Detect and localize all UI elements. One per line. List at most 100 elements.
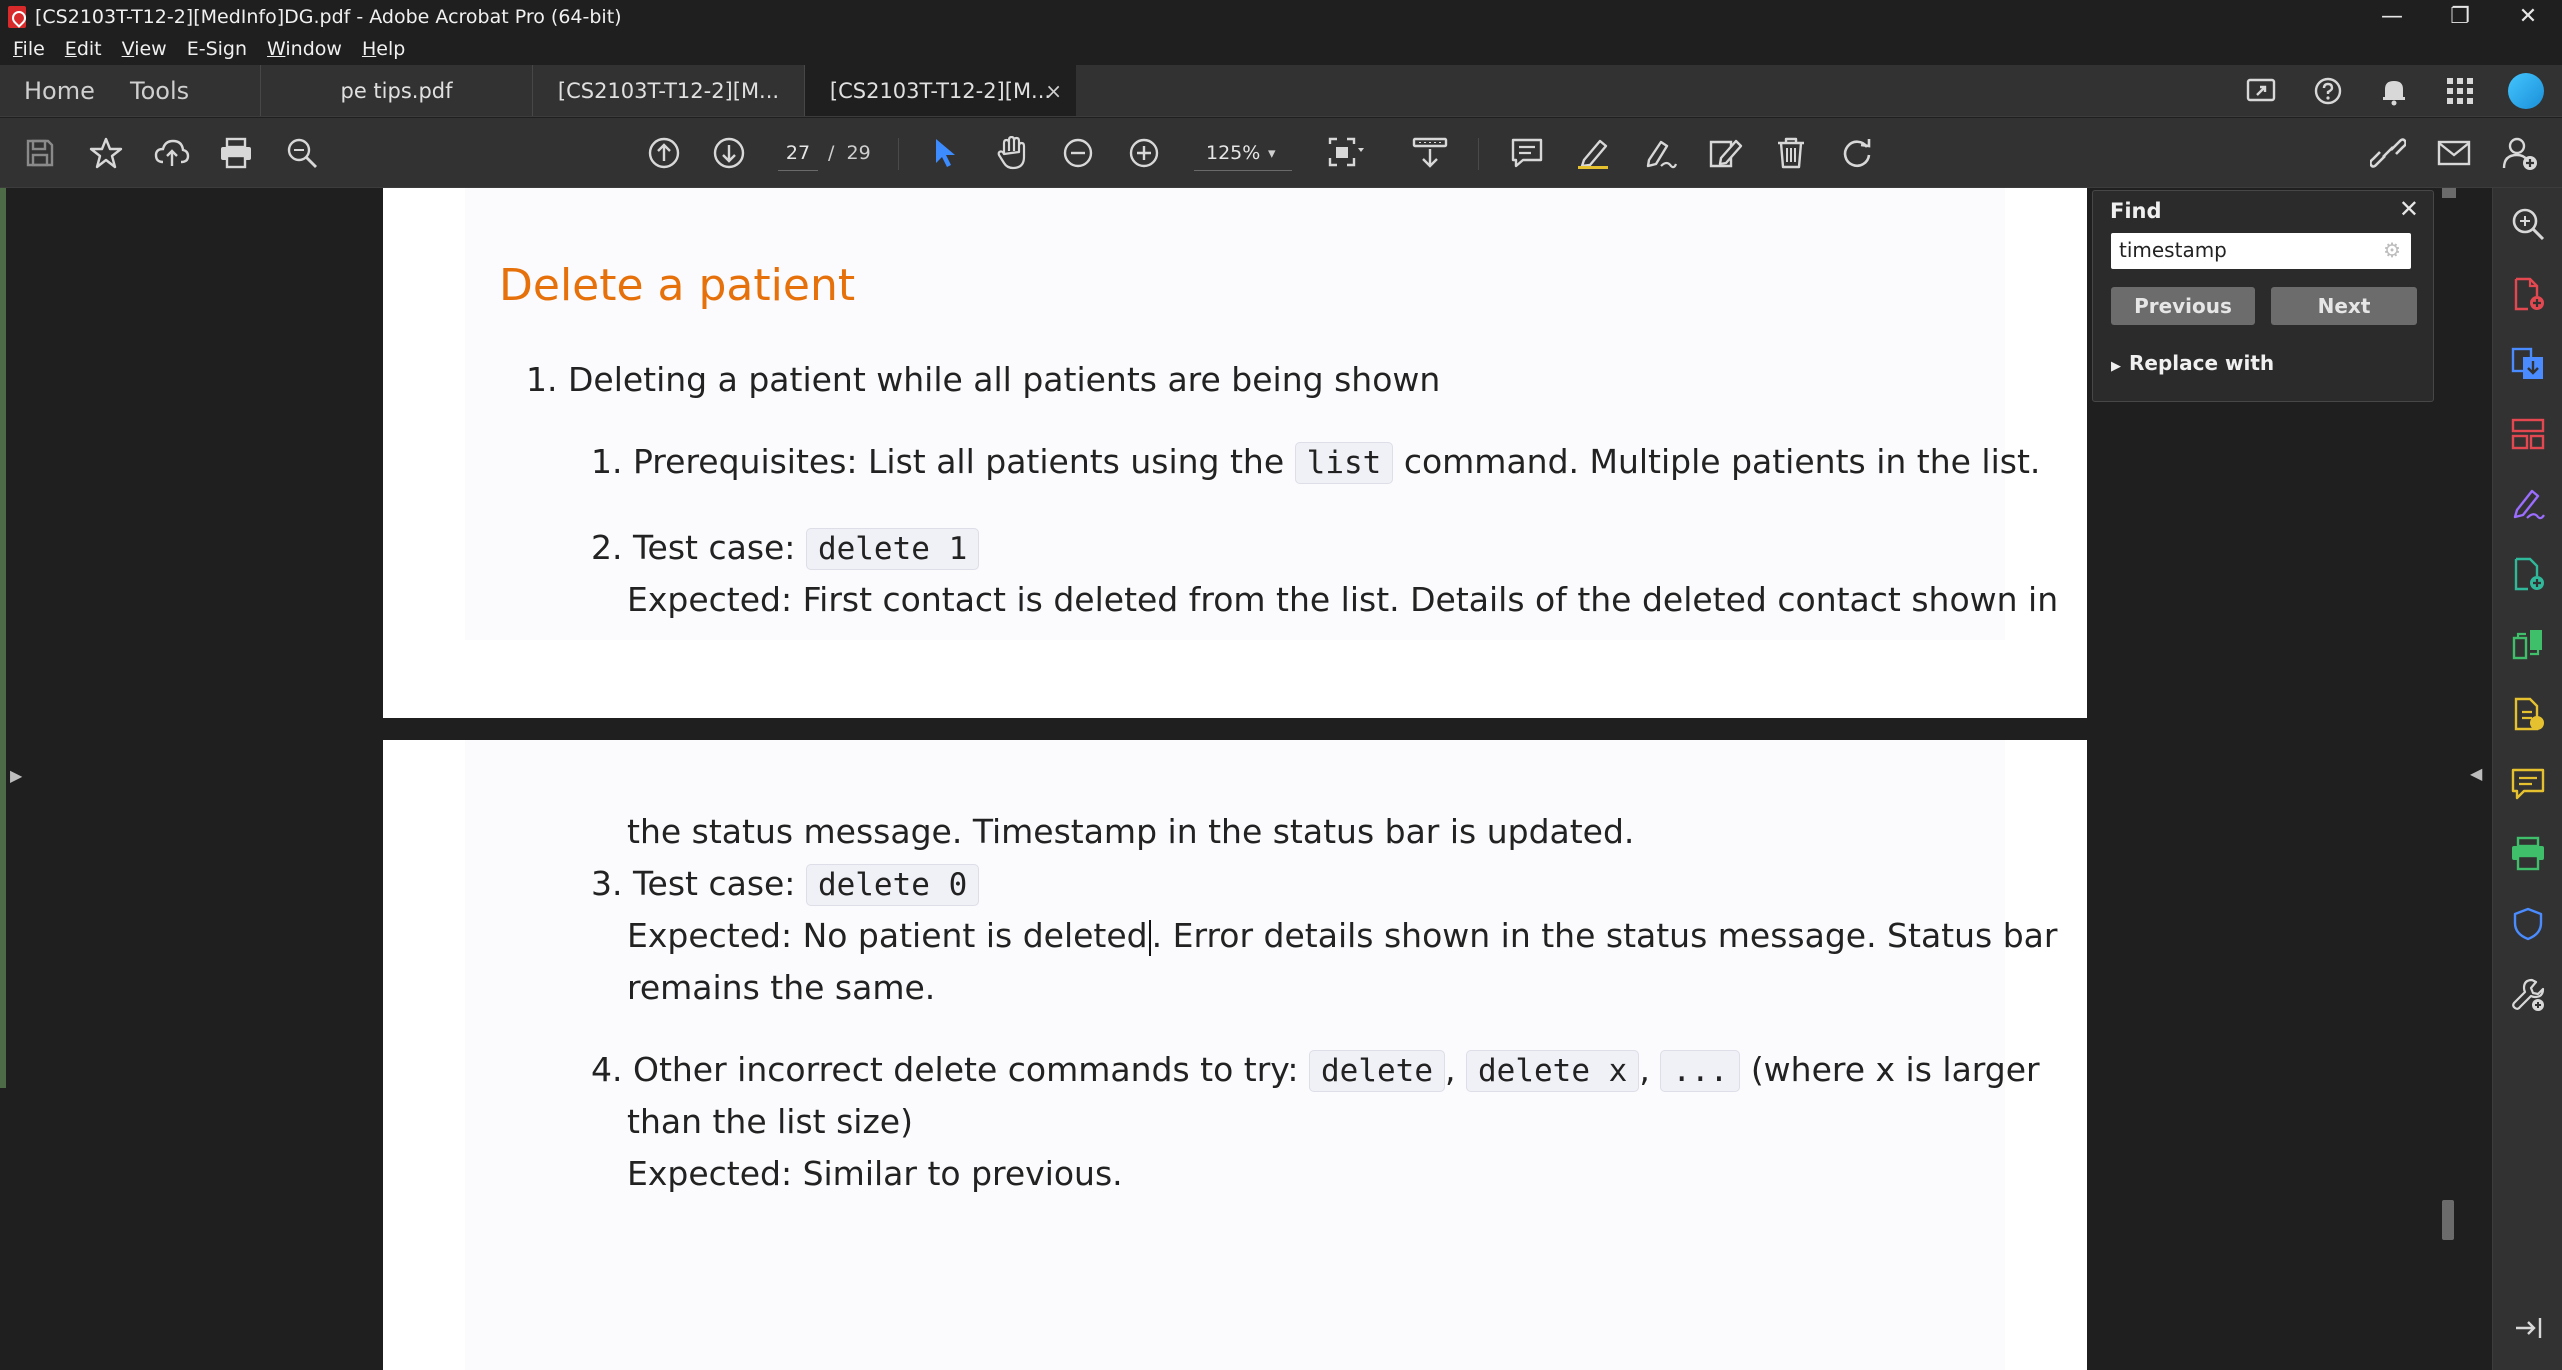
- zoom-level-input[interactable]: 125%: [1194, 135, 1292, 171]
- page-count: / 29: [828, 142, 871, 164]
- find-previous-button[interactable]: Previous: [2111, 287, 2255, 325]
- code-delete-1: delete 1: [805, 528, 980, 570]
- create-pdf-icon[interactable]: [2510, 276, 2546, 312]
- find-query-text: timestamp: [2119, 238, 2227, 262]
- export-pdf-icon[interactable]: [2510, 346, 2546, 382]
- tab-bar-actions: [2244, 65, 2544, 117]
- zoom-dropdown-caret-icon[interactable]: ▾: [1268, 144, 1276, 162]
- select-cursor-icon[interactable]: [924, 131, 968, 175]
- rotate-icon[interactable]: [1835, 131, 1879, 175]
- comment-tool-icon[interactable]: [2510, 766, 2546, 802]
- page-gap: [383, 718, 2087, 740]
- save-icon[interactable]: [18, 131, 62, 175]
- acrobat-logo-icon: [8, 5, 26, 28]
- code-delete-0: delete 0: [805, 864, 980, 906]
- upload-cloud-icon[interactable]: [150, 131, 194, 175]
- page-fit-icon[interactable]: [1324, 131, 1368, 175]
- add-user-icon[interactable]: [2498, 131, 2542, 175]
- toolbar-divider: [898, 138, 899, 170]
- scrollbar-thumb[interactable]: [2442, 1200, 2454, 1240]
- find-settings-gear-icon[interactable]: ⚙: [2383, 238, 2401, 262]
- tab-tools[interactable]: Tools: [130, 65, 260, 116]
- list-item-1: 1. Deleting a patient while all patients…: [526, 360, 1441, 399]
- window-controls: — ❐ ✕: [2358, 0, 2562, 33]
- delete-trash-icon[interactable]: [1769, 131, 1813, 175]
- text-cursor: [1148, 919, 1151, 956]
- menu-file[interactable]: File: [13, 38, 45, 60]
- combine-files-icon[interactable]: [2510, 556, 2546, 592]
- menu-window[interactable]: Window: [267, 38, 342, 60]
- find-next-button[interactable]: Next: [2271, 287, 2417, 325]
- pdf-page-27: Delete a patient 1. Deleting a patient w…: [383, 188, 2087, 718]
- test-case-3-cont: than the list size): [627, 1102, 913, 1141]
- hand-tool-icon[interactable]: [990, 131, 1034, 175]
- previous-page-icon[interactable]: [642, 131, 686, 175]
- email-envelope-icon[interactable]: [2432, 131, 2476, 175]
- draw-signature-icon[interactable]: [1637, 131, 1681, 175]
- toolbar-divider: [1478, 138, 1479, 170]
- tab-doc-cs2103t-1[interactable]: [CS2103T-T12-2][M...: [532, 65, 804, 116]
- expand-caret-icon: ▶: [2111, 359, 2121, 374]
- menu-esign[interactable]: E-Sign: [187, 38, 247, 60]
- tab-home[interactable]: Home: [0, 65, 130, 116]
- notifications-bell-icon[interactable]: [2376, 73, 2412, 109]
- find-close-icon[interactable]: ✕: [2399, 195, 2419, 223]
- print-icon[interactable]: [214, 131, 258, 175]
- scrollbar-top-cap: [2442, 188, 2456, 198]
- menu-help[interactable]: Help: [362, 38, 405, 60]
- test-case-2: 3. Test case: delete 0: [591, 858, 980, 911]
- tab-close-icon[interactable]: ×: [1045, 79, 1062, 103]
- collapse-tools-pane-icon[interactable]: [2510, 1310, 2546, 1346]
- edit-pdf-icon[interactable]: [1703, 131, 1747, 175]
- test-case-1: 2. Test case: delete 1: [591, 522, 980, 575]
- search-zoom-icon[interactable]: [280, 131, 324, 175]
- menu-edit[interactable]: Edit: [65, 38, 102, 60]
- pdf-page-28: the status message. Timestamp in the sta…: [383, 740, 2087, 1370]
- zoom-out-icon[interactable]: [1056, 131, 1100, 175]
- apps-grid-icon[interactable]: [2442, 73, 2478, 109]
- restore-button[interactable]: ❐: [2426, 0, 2494, 33]
- find-search-input[interactable]: timestamp ⚙: [2111, 233, 2411, 269]
- test-case-1-expected-cont: the status message. Timestamp in the sta…: [627, 812, 1635, 851]
- next-page-icon[interactable]: [707, 131, 751, 175]
- find-title: Find: [2110, 199, 2162, 223]
- highlight-pen-icon[interactable]: [1571, 131, 1615, 175]
- find-panel: Find ✕ timestamp ⚙ Previous Next ▶ Replac…: [2092, 190, 2434, 402]
- protect-shield-icon[interactable]: [2510, 906, 2546, 942]
- menu-bar: File Edit View E-Sign Window Help: [0, 33, 2562, 65]
- close-window-button[interactable]: ✕: [2494, 0, 2562, 33]
- replace-with-toggle[interactable]: ▶ Replace with: [2111, 351, 2274, 375]
- menu-view[interactable]: View: [122, 38, 167, 60]
- organize-pages-icon[interactable]: [2510, 416, 2546, 452]
- comment-icon[interactable]: [1505, 131, 1549, 175]
- minimize-button[interactable]: —: [2358, 0, 2426, 33]
- code-delete: delete: [1309, 1050, 1445, 1092]
- scroll-mode-icon[interactable]: [1408, 131, 1452, 175]
- tab-doc-pe-tips[interactable]: pe tips.pdf: [260, 65, 532, 116]
- search-tool-icon[interactable]: [2510, 206, 2546, 242]
- tab-doc-cs2103t-active[interactable]: [CS2103T-T12-2][M... ×: [804, 65, 1076, 116]
- zoom-in-icon[interactable]: [1122, 131, 1166, 175]
- share-screen-icon[interactable]: [2244, 73, 2280, 109]
- section-heading: Delete a patient: [499, 260, 856, 311]
- code-list: list: [1294, 442, 1394, 484]
- test-case-1-expected: Expected: First contact is deleted from …: [627, 580, 2059, 619]
- more-tools-wrench-icon[interactable]: [2510, 976, 2546, 1012]
- help-icon[interactable]: [2310, 73, 2346, 109]
- collapse-right-panel-icon[interactable]: ◀: [2470, 764, 2482, 783]
- expand-left-panel-icon[interactable]: ▶: [10, 766, 22, 785]
- title-bar: [CS2103T-T12-2][MedInfo]DG.pdf - Adobe A…: [0, 0, 2562, 33]
- tab-label: [CS2103T-T12-2][M...: [829, 78, 1052, 103]
- share-link-icon[interactable]: [2366, 131, 2410, 175]
- vertical-scrollbar[interactable]: [2442, 188, 2456, 1370]
- test-case-3: 4. Other incorrect delete commands to tr…: [591, 1044, 2040, 1097]
- current-page-input[interactable]: 27: [778, 135, 818, 171]
- user-avatar[interactable]: [2508, 73, 2544, 109]
- send-for-review-icon[interactable]: [2510, 696, 2546, 732]
- compare-files-icon[interactable]: [2510, 626, 2546, 662]
- bookmark-star-icon[interactable]: [84, 131, 128, 175]
- fill-and-sign-icon[interactable]: [2510, 486, 2546, 522]
- scan-ocr-icon[interactable]: [2510, 836, 2546, 872]
- right-tools-rail: [2492, 188, 2562, 1370]
- left-edge-strip: [0, 188, 6, 1088]
